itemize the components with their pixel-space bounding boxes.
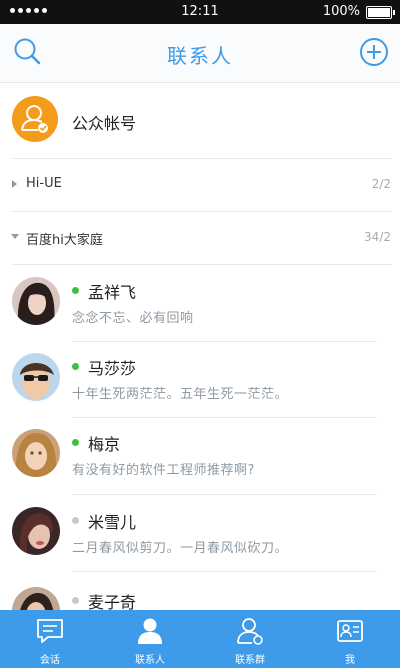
group-row-hi-ue[interactable]: Hi-UE 2/2	[0, 159, 400, 211]
group-count: 34/2	[364, 230, 391, 244]
tab-contacts[interactable]: 联系人	[100, 610, 200, 668]
contact-item[interactable]: 米雪儿 二月春风似剪刀。一月春风似砍刀。	[0, 496, 400, 571]
tab-label: 联系人	[135, 655, 165, 666]
add-contact-button[interactable]	[359, 37, 389, 67]
contact-signature: 有没有好的软件工程师推荐啊?	[72, 463, 255, 478]
contact-name: 米雪儿	[88, 513, 137, 532]
offline-status-dot	[72, 597, 79, 604]
contact-signature: 二月春风似剪刀。一月春风似砍刀。	[72, 541, 289, 556]
tab-label: 会话	[40, 655, 60, 666]
offline-status-dot	[72, 517, 79, 524]
chevron-down-icon	[11, 234, 19, 239]
online-status-dot	[72, 287, 79, 294]
contact-name: 马莎莎	[88, 359, 137, 378]
avatar	[12, 353, 60, 401]
battery-icon	[366, 6, 395, 19]
group-name: 百度hi大家庭	[26, 233, 103, 248]
chat-bubble-icon	[35, 616, 65, 646]
tab-label: 我	[345, 655, 355, 666]
id-card-icon	[335, 616, 365, 646]
group-icon	[235, 616, 265, 646]
page-title: 联系人	[167, 44, 233, 68]
user-check-icon	[21, 105, 48, 133]
contact-item[interactable]: 马莎莎 十年生死两茫茫。五年生死一茫茫。	[0, 342, 400, 417]
online-status-dot	[72, 439, 79, 446]
divider	[72, 494, 377, 495]
bottom-tab-bar: 会话 联系人 联系群 我	[0, 610, 400, 668]
group-row-baidu-hi-family[interactable]: 百度hi大家庭 34/2	[0, 212, 400, 264]
divider	[72, 571, 377, 572]
contact-item[interactable]: 梅京 有没有好的软件工程师推荐啊?	[0, 418, 400, 493]
battery-percent: 100%	[322, 4, 360, 19]
avatar	[12, 507, 60, 555]
chevron-right-icon	[12, 180, 17, 188]
tab-groups[interactable]: 联系群	[200, 610, 300, 668]
avatar	[12, 429, 60, 477]
status-bar: 12:11 100%	[0, 0, 400, 24]
contact-name: 孟祥飞	[88, 283, 137, 302]
plus-circle-icon	[360, 38, 388, 66]
nav-header: 联系人	[0, 24, 400, 83]
contact-name: 梅京	[88, 435, 121, 454]
tab-label: 联系群	[235, 655, 265, 666]
divider	[12, 264, 392, 265]
official-accounts-label: 公众帐号	[72, 114, 137, 133]
official-account-avatar	[12, 96, 58, 142]
tab-conversations[interactable]: 会话	[0, 610, 100, 668]
contact-signature: 念念不忘、必有回响	[72, 311, 194, 326]
group-count: 2/2	[371, 177, 391, 191]
avatar	[12, 277, 60, 325]
person-icon	[135, 616, 165, 646]
official-accounts-item[interactable]: 公众帐号	[0, 82, 400, 158]
contact-item[interactable]: 孟祥飞 念念不忘、必有回响	[0, 266, 400, 341]
contact-signature: 十年生死两茫茫。五年生死一茫茫。	[72, 387, 289, 402]
group-name: Hi-UE	[26, 176, 62, 191]
tab-me[interactable]: 我	[300, 610, 400, 668]
online-status-dot	[72, 363, 79, 370]
